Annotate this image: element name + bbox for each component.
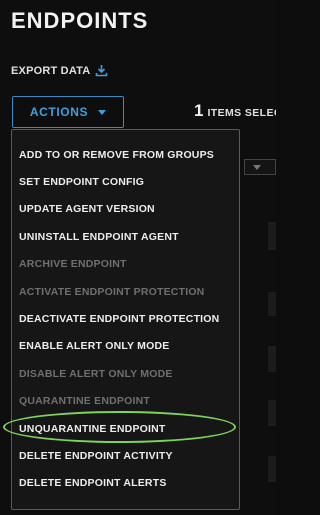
export-data-link[interactable]: EXPORT DATA bbox=[11, 64, 108, 77]
actions-dropdown-button[interactable]: ACTIONS bbox=[12, 96, 124, 128]
menu-item-enable-alert-only-mode[interactable]: ENABLE ALERT ONLY MODE bbox=[12, 333, 239, 360]
page-title: ENDPOINTS bbox=[11, 8, 149, 33]
chevron-down-icon bbox=[98, 109, 107, 115]
items-selected-label: ITEMS SELEC bbox=[207, 107, 276, 119]
menu-item-set-endpoint-config[interactable]: SET ENDPOINT CONFIG bbox=[12, 168, 239, 195]
menu-item-uninstall-endpoint-agent[interactable]: UNINSTALL ENDPOINT AGENT bbox=[12, 223, 239, 250]
menu-item-add-to-or-remove-from-groups[interactable]: ADD TO OR REMOVE FROM GROUPS bbox=[12, 141, 239, 168]
menu-item-delete-endpoint-activity[interactable]: DELETE ENDPOINT ACTIVITY bbox=[12, 442, 239, 469]
table-filter-select[interactable] bbox=[244, 159, 276, 175]
menu-item-disable-alert-only-mode: DISABLE ALERT ONLY MODE bbox=[19, 367, 173, 380]
menu-item-unquarantine-endpoint[interactable]: UNQUARANTINE ENDPOINT bbox=[12, 415, 239, 442]
download-icon bbox=[95, 64, 108, 77]
menu-item-quarantine-endpoint: QUARANTINE ENDPOINT bbox=[19, 395, 150, 408]
items-selected-indicator: 1 ITEMS SELEC bbox=[194, 101, 276, 121]
menu-item-deactivate-endpoint-protection[interactable]: DEACTIVATE ENDPOINT PROTECTION bbox=[12, 305, 239, 332]
actions-menu: ADD TO OR REMOVE FROM GROUPS SET ENDPOINT… bbox=[11, 129, 240, 510]
menu-item-delete-endpoint-alerts[interactable]: DELETE ENDPOINT ALERTS bbox=[12, 470, 239, 497]
actions-label: ACTIONS bbox=[29, 105, 89, 119]
table-row[interactable] bbox=[268, 346, 276, 372]
table-row[interactable] bbox=[268, 400, 276, 426]
table-row[interactable] bbox=[268, 222, 276, 250]
table-row[interactable] bbox=[268, 292, 276, 316]
menu-item-archive-endpoint: ARCHIVE ENDPOINT bbox=[19, 258, 127, 271]
menu-item-update-agent-version[interactable]: UPDATE AGENT VERSION bbox=[12, 196, 239, 223]
items-selected-count: 1 bbox=[194, 101, 204, 120]
export-data-label: EXPORT DATA bbox=[11, 64, 91, 77]
endpoints-page: ENDPOINTS EXPORT DATA ACTIONS 1 ITEMS SE… bbox=[0, 0, 276, 515]
table-row[interactable] bbox=[268, 456, 276, 482]
chevron-down-icon bbox=[253, 165, 261, 170]
menu-item-activate-endpoint-protection: ACTIVATE ENDPOINT PROTECTION bbox=[19, 285, 205, 298]
